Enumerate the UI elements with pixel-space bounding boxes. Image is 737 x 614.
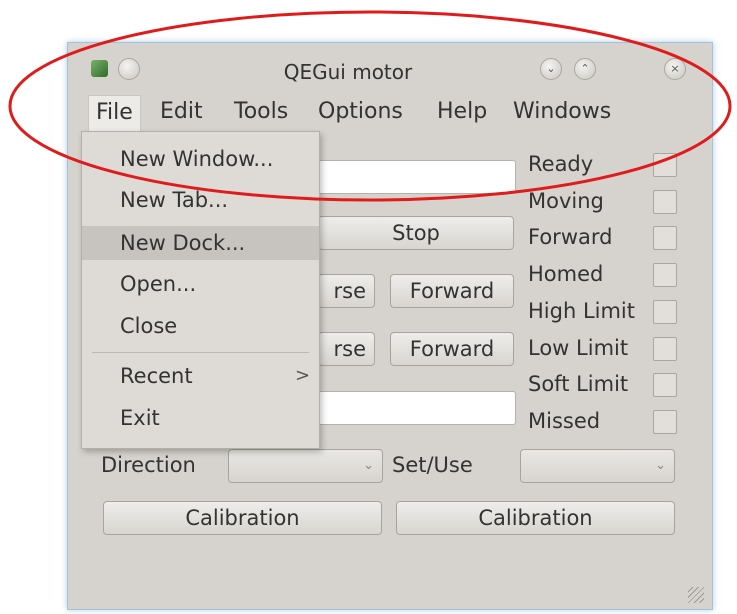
annotation-ellipse bbox=[8, 10, 732, 202]
annotation-ellipse-shape bbox=[8, 10, 732, 202]
